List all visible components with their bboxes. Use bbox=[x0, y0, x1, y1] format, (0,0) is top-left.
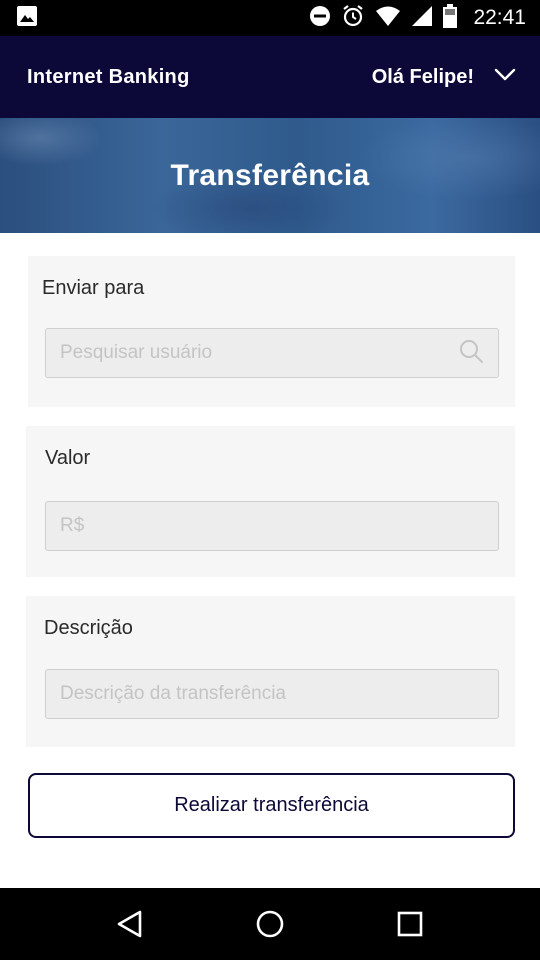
wifi-icon bbox=[375, 5, 401, 32]
description-label: Descrição bbox=[44, 617, 133, 639]
user-menu[interactable]: Olá Felipe! bbox=[372, 66, 516, 89]
status-bar: 22:41 bbox=[0, 0, 540, 36]
amount-field[interactable] bbox=[45, 501, 499, 551]
search-icon[interactable] bbox=[458, 338, 484, 369]
image-icon bbox=[16, 5, 38, 32]
amount-card: Valor bbox=[26, 426, 515, 577]
user-greeting: Olá Felipe! bbox=[371, 65, 474, 88]
system-nav-bar bbox=[0, 888, 540, 960]
recipient-search-input[interactable] bbox=[60, 342, 458, 364]
chevron-down-icon[interactable] bbox=[494, 68, 516, 87]
amount-label: Valor bbox=[45, 447, 91, 469]
brand-title: Internet Banking bbox=[27, 65, 190, 88]
description-card: Descrição bbox=[26, 596, 515, 747]
description-input[interactable] bbox=[60, 683, 484, 705]
status-time: 22:41 bbox=[473, 6, 526, 29]
amount-input[interactable] bbox=[60, 515, 484, 537]
do-not-disturb-icon bbox=[309, 5, 331, 32]
recipient-search-field[interactable] bbox=[45, 328, 499, 378]
alarm-icon bbox=[341, 4, 365, 33]
recipient-label: Enviar para bbox=[42, 277, 145, 299]
page-banner: Transferência bbox=[0, 118, 540, 233]
app-header: Internet Banking Olá Felipe! bbox=[0, 36, 540, 118]
battery-icon bbox=[443, 3, 458, 33]
recents-icon[interactable] bbox=[380, 894, 440, 954]
submit-transfer-button[interactable]: Realizar transferência bbox=[28, 773, 515, 838]
home-icon[interactable] bbox=[240, 894, 300, 954]
recipient-card: Enviar para bbox=[28, 256, 515, 407]
description-field[interactable] bbox=[45, 669, 499, 719]
signal-icon bbox=[411, 5, 433, 32]
back-icon[interactable] bbox=[100, 894, 160, 954]
page-title: Transferência bbox=[170, 158, 370, 192]
